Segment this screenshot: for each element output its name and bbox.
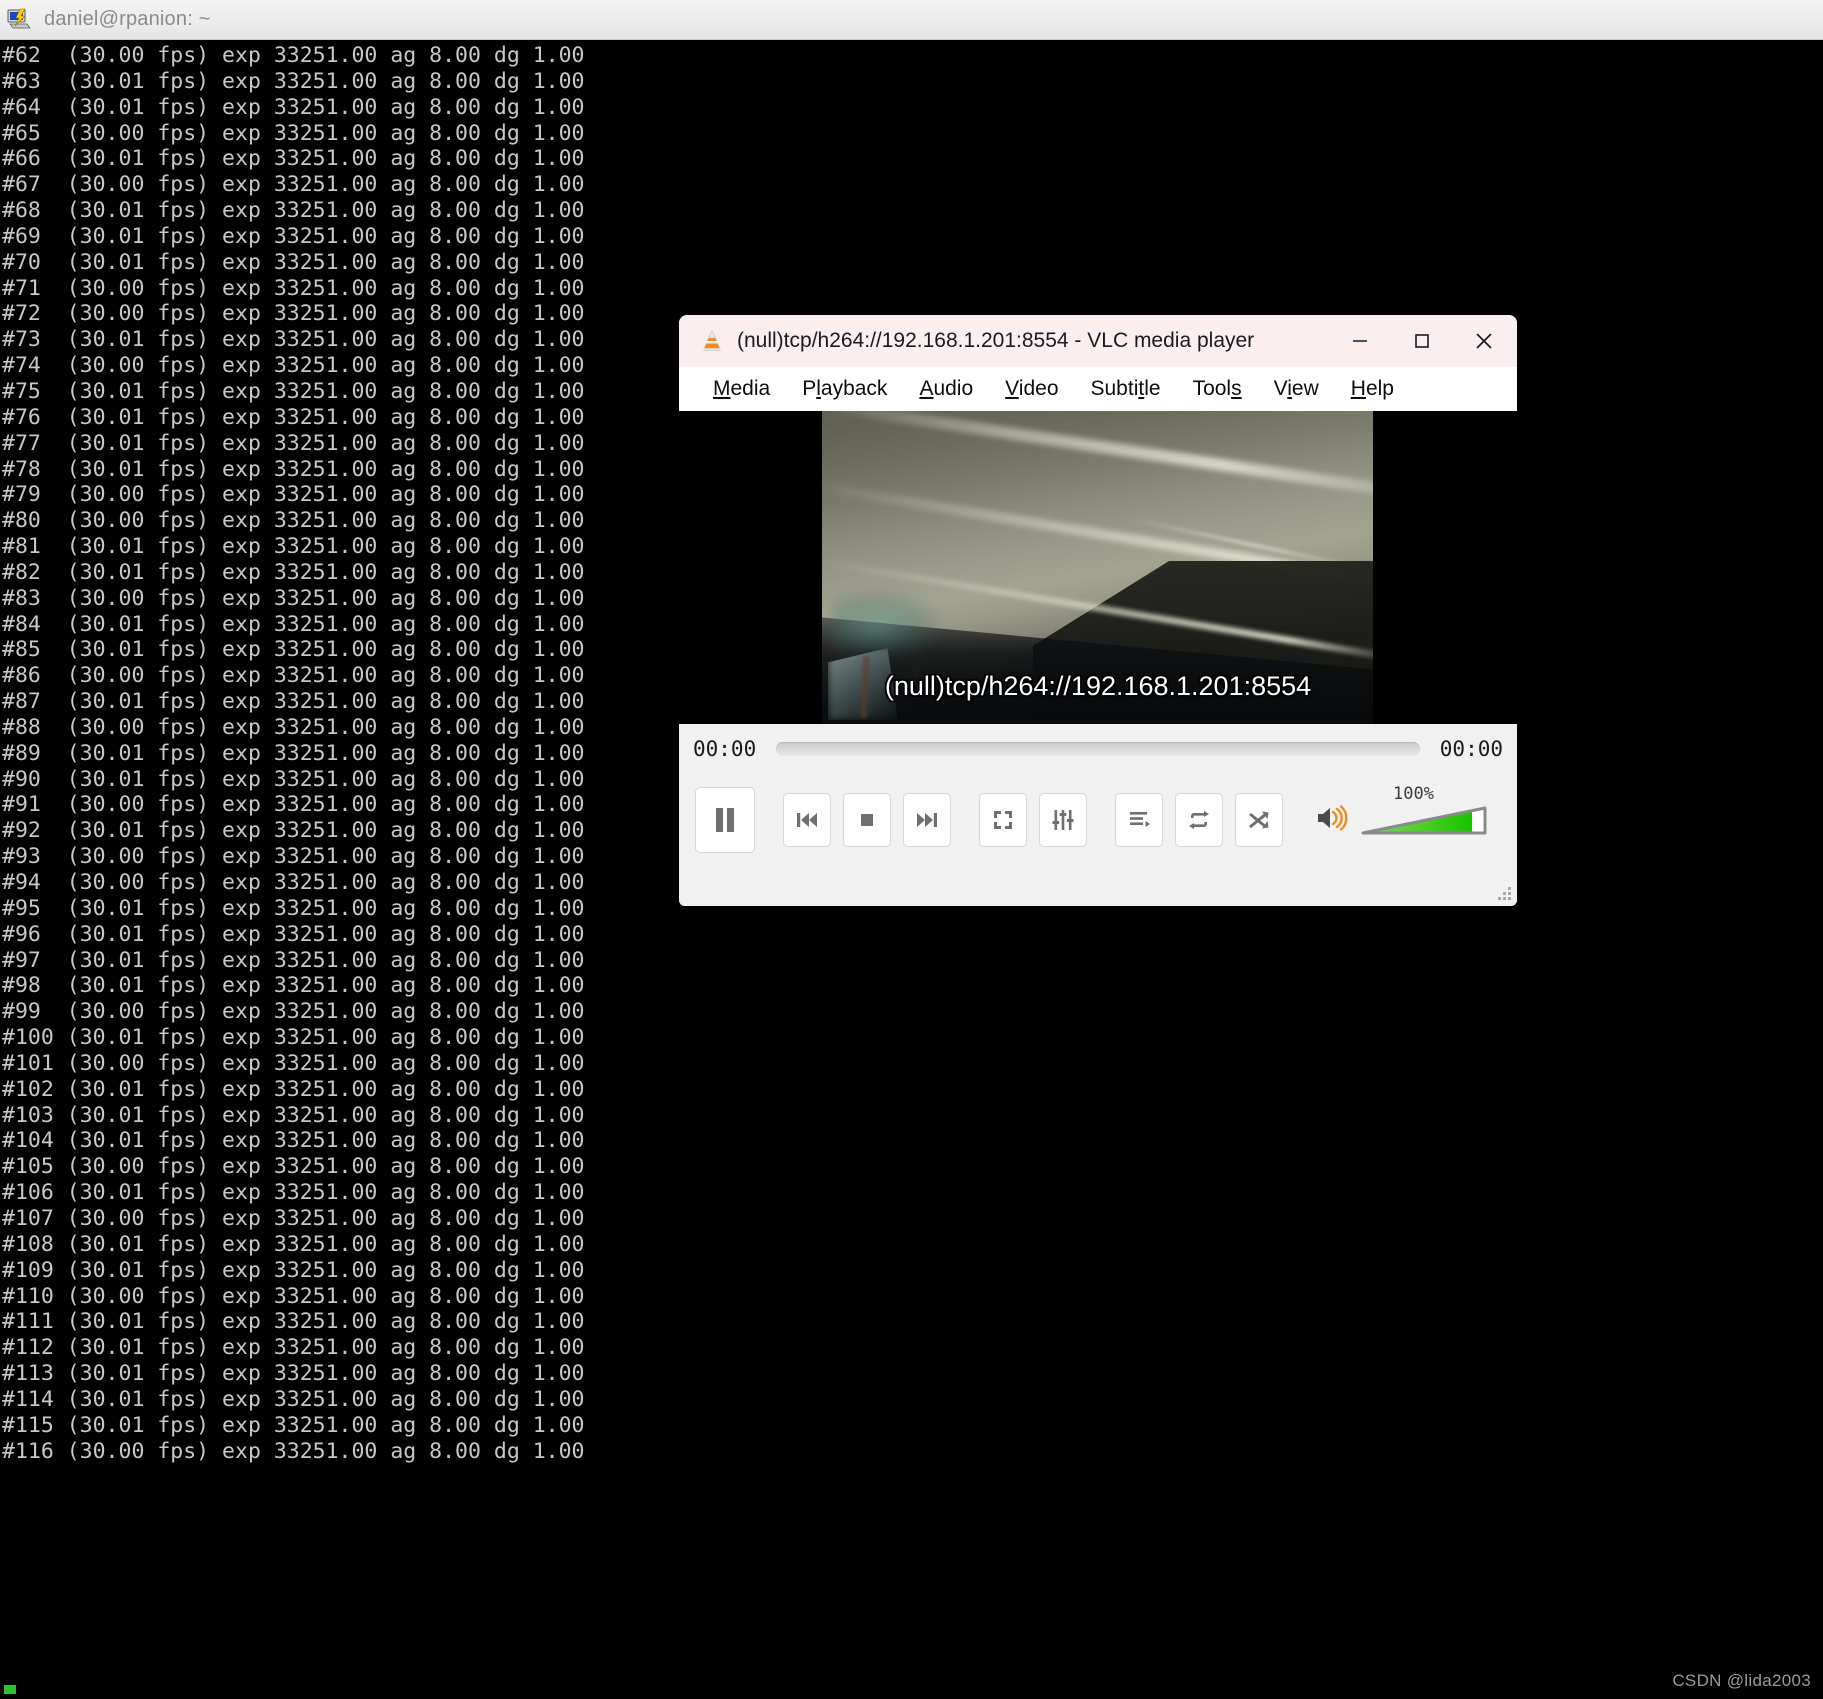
shuffle-button[interactable]: [1235, 793, 1283, 847]
terminal-log-line: #105 (30.00 fps) exp 33251.00 ag 8.00 dg…: [2, 1154, 585, 1180]
vlc-menubar[interactable]: Media Playback Audio Video Subtitle Tool…: [679, 367, 1517, 411]
total-time-label[interactable]: 00:00: [1440, 737, 1503, 761]
elapsed-time-label[interactable]: 00:00: [693, 737, 756, 761]
terminal-log-line: #116 (30.00 fps) exp 33251.00 ag 8.00 dg…: [2, 1438, 585, 1464]
terminal-log-line: #110 (30.00 fps) exp 33251.00 ag 8.00 dg…: [2, 1283, 585, 1309]
terminal-log-line: #109 (30.01 fps) exp 33251.00 ag 8.00 dg…: [2, 1257, 585, 1283]
menu-item-audio[interactable]: Audio: [903, 375, 989, 403]
terminal-log-line: #98 (30.01 fps) exp 33251.00 ag 8.00 dg …: [2, 973, 585, 999]
menu-item-video[interactable]: Video: [989, 375, 1074, 403]
terminal-log-line: #62 (30.00 fps) exp 33251.00 ag 8.00 dg …: [2, 43, 585, 68]
menu-item-view[interactable]: View: [1258, 375, 1335, 403]
terminal-titlebar[interactable]: daniel@rpanion: ~: [0, 0, 1823, 40]
playlist-button[interactable]: [1115, 793, 1163, 847]
vlc-button-row: 100%: [679, 774, 1517, 860]
menu-item-playback[interactable]: Playback: [786, 375, 903, 403]
vlc-titlebar[interactable]: (null)tcp/h264://192.168.1.201:8554 - VL…: [679, 315, 1517, 367]
terminal-log-line: #69 (30.01 fps) exp 33251.00 ag 8.00 dg …: [2, 223, 585, 249]
play-pause-button[interactable]: [695, 787, 755, 853]
shuffle-icon: [1249, 811, 1269, 829]
terminal-log-line: #111 (30.01 fps) exp 33251.00 ag 8.00 dg…: [2, 1309, 585, 1335]
next-icon: [917, 813, 937, 827]
pause-icon: [716, 808, 734, 832]
terminal-log-line: #103 (30.01 fps) exp 33251.00 ag 8.00 dg…: [2, 1102, 585, 1128]
terminal-log-line: #66 (30.01 fps) exp 33251.00 ag 8.00 dg …: [2, 146, 585, 172]
vlc-osd-stream-title: (null)tcp/h264://192.168.1.201:8554: [884, 671, 1312, 701]
terminal-log-line: #67 (30.00 fps) exp 33251.00 ag 8.00 dg …: [2, 172, 585, 198]
vlc-control-panel[interactable]: 00:00 00:00 100%: [679, 724, 1517, 906]
terminal-log-line: #101 (30.00 fps) exp 33251.00 ag 8.00 dg…: [2, 1050, 585, 1076]
terminal-log-line: #70 (30.01 fps) exp 33251.00 ag 8.00 dg …: [2, 249, 585, 275]
seek-slider[interactable]: [776, 742, 1420, 756]
vlc-seek-row: 00:00 00:00: [679, 724, 1517, 774]
minimize-button[interactable]: [1329, 315, 1391, 367]
menu-item-subtitle[interactable]: Subtitle: [1075, 375, 1177, 403]
previous-button[interactable]: [783, 793, 831, 847]
close-button[interactable]: [1453, 315, 1515, 367]
menu-item-help[interactable]: Help: [1335, 375, 1410, 403]
volume-slider[interactable]: 100%: [1359, 784, 1493, 840]
equalizer-icon: [1052, 810, 1074, 830]
loop-button[interactable]: [1175, 793, 1223, 847]
fullscreen-icon: [994, 811, 1012, 829]
terminal-log-line: #106 (30.01 fps) exp 33251.00 ag 8.00 dg…: [2, 1180, 585, 1206]
resize-grip[interactable]: [1497, 886, 1511, 900]
terminal-app-icon: [6, 6, 34, 34]
terminal-log-line: #112 (30.01 fps) exp 33251.00 ag 8.00 dg…: [2, 1335, 585, 1361]
watermark-label: CSDN @lida2003: [1672, 1671, 1811, 1690]
terminal-cursor: [4, 1685, 16, 1694]
fullscreen-button[interactable]: [979, 793, 1027, 847]
terminal-log-line: #107 (30.00 fps) exp 33251.00 ag 8.00 dg…: [2, 1205, 585, 1231]
terminal-log-line: #115 (30.01 fps) exp 33251.00 ag 8.00 dg…: [2, 1412, 585, 1438]
terminal-log-line: #99 (30.00 fps) exp 33251.00 ag 8.00 dg …: [2, 999, 585, 1025]
loop-icon: [1189, 811, 1209, 829]
stop-icon: [861, 814, 873, 826]
terminal-log-line: #108 (30.01 fps) exp 33251.00 ag 8.00 dg…: [2, 1231, 585, 1257]
maximize-button[interactable]: [1391, 315, 1453, 367]
speaker-icon[interactable]: [1315, 803, 1349, 838]
vlc-title-label: (null)tcp/h264://192.168.1.201:8554 - VL…: [737, 329, 1255, 352]
volume-control[interactable]: 100%: [1315, 784, 1493, 840]
terminal-log-line: #113 (30.01 fps) exp 33251.00 ag 8.00 dg…: [2, 1361, 585, 1387]
previous-icon: [797, 813, 817, 827]
menu-item-media[interactable]: Media: [697, 375, 786, 403]
terminal-log-line: #96 (30.01 fps) exp 33251.00 ag 8.00 dg …: [2, 921, 585, 947]
terminal-log-line: #97 (30.01 fps) exp 33251.00 ag 8.00 dg …: [2, 947, 585, 973]
terminal-log-line: #68 (30.01 fps) exp 33251.00 ag 8.00 dg …: [2, 198, 585, 224]
terminal-title-label: daniel@rpanion: ~: [44, 8, 211, 30]
menu-item-tools[interactable]: Tools: [1177, 375, 1258, 403]
vlc-media-player-window[interactable]: (null)tcp/h264://192.168.1.201:8554 - VL…: [679, 315, 1517, 906]
vlc-cone-icon: [699, 328, 725, 354]
terminal-log-line: #104 (30.01 fps) exp 33251.00 ag 8.00 dg…: [2, 1128, 585, 1154]
terminal-log-line: #63 (30.01 fps) exp 33251.00 ag 8.00 dg …: [2, 68, 585, 94]
volume-percent-label: 100%: [1393, 784, 1434, 804]
terminal-log-line: #64 (30.01 fps) exp 33251.00 ag 8.00 dg …: [2, 94, 585, 120]
playlist-icon: [1130, 812, 1150, 827]
equalizer-button[interactable]: [1039, 793, 1087, 847]
terminal-log-line: #100 (30.01 fps) exp 33251.00 ag 8.00 dg…: [2, 1025, 585, 1051]
terminal-log-line: #71 (30.00 fps) exp 33251.00 ag 8.00 dg …: [2, 275, 585, 301]
terminal-log-line: #114 (30.01 fps) exp 33251.00 ag 8.00 dg…: [2, 1386, 585, 1412]
next-button[interactable]: [903, 793, 951, 847]
terminal-log-line: #102 (30.01 fps) exp 33251.00 ag 8.00 dg…: [2, 1076, 585, 1102]
vlc-video-area[interactable]: (null)tcp/h264://192.168.1.201:8554: [679, 411, 1517, 724]
terminal-log-line: #65 (30.00 fps) exp 33251.00 ag 8.00 dg …: [2, 120, 585, 146]
stop-button[interactable]: [843, 793, 891, 847]
video-teal-reflection: [832, 590, 942, 654]
